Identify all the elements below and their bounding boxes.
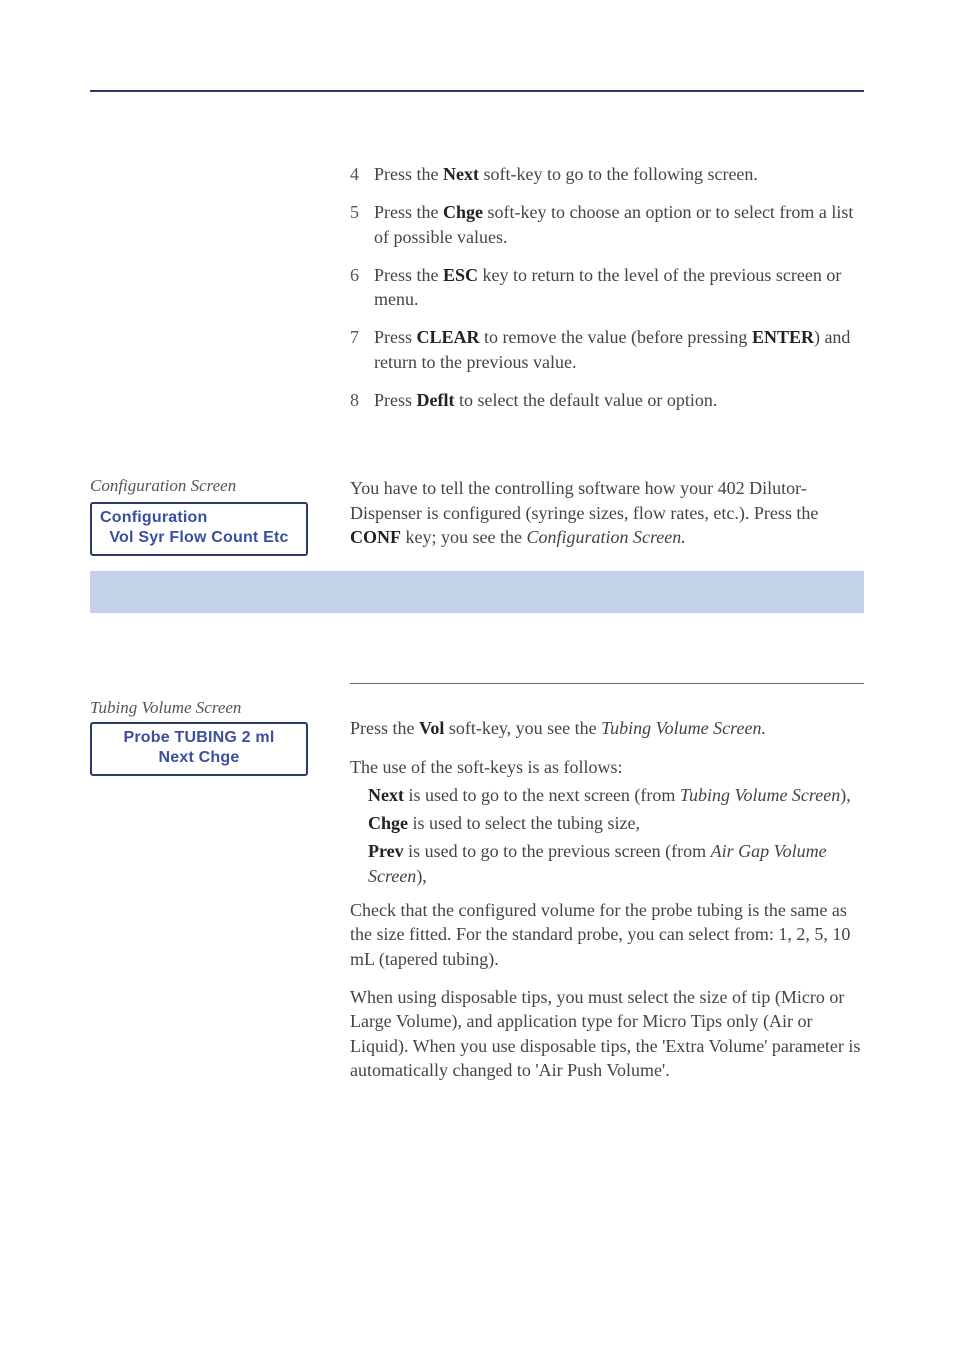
step-text: Press the Next soft-key to go to the fol… <box>374 162 864 186</box>
step-item: 8Press Deflt to select the default value… <box>350 388 864 412</box>
step-item: 4Press the Next soft-key to go to the fo… <box>350 162 864 186</box>
config-lcd-display: Configuration Vol Syr Flow Count Etc <box>90 502 308 556</box>
step-number: 8 <box>350 388 374 412</box>
tubing-lcd-line1: Probe TUBING 2 ml <box>100 728 298 748</box>
softkeys-list: Next is used to go to the next screen (f… <box>350 783 864 888</box>
step-text: Press Deflt to select the default value … <box>374 388 864 412</box>
config-paragraph: You have to tell the controlling softwar… <box>350 476 864 549</box>
top-rule <box>90 90 864 92</box>
tubing-para-check: Check that the configured volume for the… <box>350 898 864 971</box>
step-text: Press CLEAR to remove the value (before … <box>374 325 864 374</box>
softkeys-intro: The use of the soft-keys is as follows: <box>350 755 864 779</box>
step-number: 7 <box>350 325 374 349</box>
step-number: 4 <box>350 162 374 186</box>
tubing-lcd-display: Probe TUBING 2 ml Next Chge <box>90 722 308 776</box>
step-text: Press the ESC key to return to the level… <box>374 263 864 312</box>
step-item: 7Press CLEAR to remove the value (before… <box>350 325 864 374</box>
config-screen-caption: Configuration Screen <box>90 476 330 496</box>
step-number: 6 <box>350 263 374 287</box>
section-rule <box>350 683 864 684</box>
config-lcd-line2: Vol Syr Flow Count Etc <box>100 528 298 548</box>
blue-separator-band <box>90 571 864 613</box>
steps-list: 4Press the Next soft-key to go to the fo… <box>350 162 864 412</box>
softkey-line: Prev is used to go to the previous scree… <box>350 839 864 888</box>
tubing-screen-caption: Tubing Volume Screen <box>90 698 330 718</box>
tubing-para-disposable: When using disposable tips, you must sel… <box>350 985 864 1082</box>
softkey-line: Chge is used to select the tubing size, <box>350 811 864 835</box>
step-number: 5 <box>350 200 374 224</box>
config-lcd-line1: Configuration <box>100 508 298 528</box>
step-item: 6Press the ESC key to return to the leve… <box>350 263 864 312</box>
tubing-lcd-line2: Next Chge <box>100 748 298 768</box>
softkey-line: Next is used to go to the next screen (f… <box>350 783 864 807</box>
step-text: Press the Chge soft-key to choose an opt… <box>374 200 864 249</box>
step-item: 5Press the Chge soft-key to choose an op… <box>350 200 864 249</box>
tubing-intro: Press the Vol soft-key, you see the Tubi… <box>350 716 864 740</box>
